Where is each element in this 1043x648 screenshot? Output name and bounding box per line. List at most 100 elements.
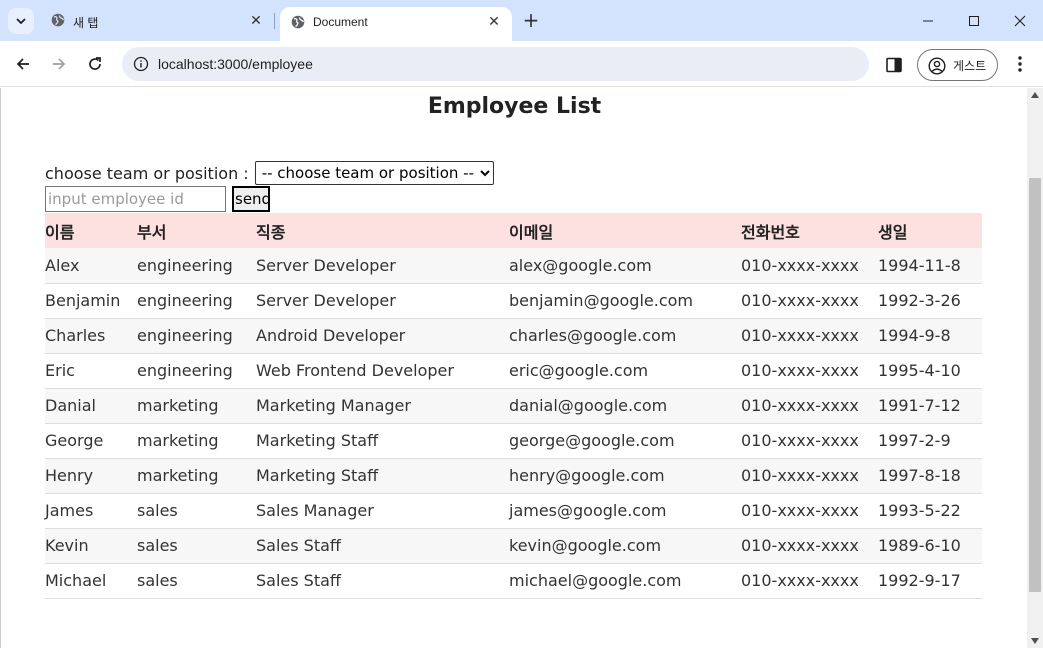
cell-department: sales	[137, 493, 256, 529]
browser-toolbar: localhost:3000/employee 게스트	[0, 41, 1043, 87]
table-body: Alex engineering Server Developer alex@goog…	[45, 248, 982, 599]
tab-document[interactable]: Document ✕	[280, 7, 512, 41]
table-row: Danial marketing Marketing Manager danial@g…	[45, 388, 982, 424]
cell-name: Michael	[45, 563, 137, 599]
close-tab-icon[interactable]: ✕	[248, 12, 264, 28]
table-row: George marketing Marketing Staff george@goo…	[45, 423, 982, 459]
vertical-scrollbar[interactable]	[1027, 88, 1043, 648]
cell-position: Server Developer	[256, 283, 509, 319]
cell-name: Alex	[45, 248, 137, 284]
table-row: Henry marketing Marketing Staff henry@googl…	[45, 458, 982, 494]
cell-birthday: 1989-6-10	[878, 528, 982, 564]
forward-button[interactable]	[46, 51, 72, 77]
send-button[interactable]: send	[232, 186, 271, 212]
cell-name: Kevin	[45, 528, 137, 564]
tab-search-button[interactable]	[8, 8, 34, 34]
column-header-phone: 전화번호	[741, 213, 878, 248]
side-panel-icon[interactable]	[884, 55, 904, 75]
maximize-button[interactable]	[951, 0, 997, 41]
table-row: Kevin sales Sales Staff kevin@google.com 010…	[45, 528, 982, 564]
profile-name: 게스트	[953, 59, 987, 73]
minimize-icon	[923, 20, 933, 21]
cell-birthday: 1997-8-18	[878, 458, 982, 494]
cell-email: henry@google.com	[509, 458, 741, 494]
cell-department: marketing	[137, 458, 256, 494]
cell-email: kevin@google.com	[509, 528, 741, 564]
cell-position: Marketing Manager	[256, 388, 509, 424]
cell-department: engineering	[137, 318, 256, 354]
tab-new-tab[interactable]: 새 탭 ✕	[40, 0, 272, 41]
table-row: Charles engineering Android Developer charl…	[45, 318, 982, 354]
cell-email: michael@google.com	[509, 563, 741, 599]
cell-birthday: 1993-5-22	[878, 493, 982, 529]
column-header-position: 직종	[256, 213, 509, 248]
cell-birthday: 1992-3-26	[878, 283, 982, 319]
table-row: Eric engineering Web Frontend Developer eri…	[45, 353, 982, 389]
cell-birthday: 1994-11-8	[878, 248, 982, 284]
url-text: localhost:3000/employee	[158, 56, 313, 72]
cell-name: George	[45, 423, 137, 459]
arrow-right-icon	[53, 58, 66, 70]
cell-name: Charles	[45, 318, 137, 354]
cell-phone: 010-xxxx-xxxx	[741, 388, 878, 424]
cell-position: Marketing Staff	[256, 423, 509, 459]
globe-icon	[51, 13, 65, 27]
close-icon	[1014, 15, 1026, 26]
tab-separator	[274, 13, 275, 29]
close-tab-icon[interactable]: ✕	[486, 13, 502, 29]
scroll-down-arrow-icon[interactable]	[1031, 638, 1039, 644]
column-header-birthday: 생일	[878, 213, 982, 248]
table-row: James sales Sales Manager james@google.com 0…	[45, 493, 982, 529]
maximize-icon	[969, 15, 979, 26]
new-tab-button[interactable]: +	[520, 10, 542, 32]
search-row: send	[45, 186, 271, 212]
cell-phone: 010-xxxx-xxxx	[741, 458, 878, 494]
cell-department: engineering	[137, 353, 256, 389]
cell-phone: 010-xxxx-xxxx	[741, 318, 878, 354]
page-title: Employee List	[427, 94, 602, 119]
scroll-thumb[interactable]	[1029, 178, 1041, 592]
cell-phone: 010-xxxx-xxxx	[741, 353, 878, 389]
reload-button[interactable]	[82, 51, 108, 77]
scroll-up-arrow-icon[interactable]	[1031, 92, 1039, 98]
page-viewport: Employee List choose team or position : …	[0, 88, 1027, 648]
cell-birthday: 1994-9-8	[878, 318, 982, 354]
column-header-name: 이름	[45, 213, 137, 248]
minimize-button[interactable]	[905, 0, 951, 41]
cell-department: sales	[137, 528, 256, 564]
cell-email: alex@google.com	[509, 248, 741, 284]
info-icon[interactable]	[133, 56, 149, 72]
more-vert-icon[interactable]	[1010, 53, 1030, 75]
cell-name: Eric	[45, 353, 137, 389]
employee-id-input[interactable]	[45, 186, 226, 212]
globe-icon	[291, 15, 305, 29]
table-row: Benjamin engineering Server Developer benja…	[45, 283, 982, 319]
profile-button[interactable]: 게스트	[917, 49, 998, 81]
close-window-button[interactable]	[997, 0, 1043, 41]
cell-name: Danial	[45, 388, 137, 424]
team-position-select[interactable]: -- choose team or position --	[254, 161, 494, 185]
employee-table: 이름 부서 직종 이메일 전화번호 생일 Alex engineering Serv…	[45, 213, 982, 599]
column-header-department: 부서	[137, 213, 256, 248]
cell-name: Benjamin	[45, 283, 137, 319]
column-header-email: 이메일	[509, 213, 741, 248]
address-bar[interactable]: localhost:3000/employee	[122, 47, 869, 81]
cell-department: marketing	[137, 423, 256, 459]
cell-birthday: 1991-7-12	[878, 388, 982, 424]
cell-birthday: 1997-2-9	[878, 423, 982, 459]
cell-phone: 010-xxxx-xxxx	[741, 248, 878, 284]
cell-email: charles@google.com	[509, 318, 741, 354]
filter-row: choose team or position : -- choose team…	[45, 160, 494, 186]
cell-position: Server Developer	[256, 248, 509, 284]
cell-email: eric@google.com	[509, 353, 741, 389]
chevron-down-icon	[16, 18, 26, 25]
table-header-row: 이름 부서 직종 이메일 전화번호 생일	[45, 213, 982, 248]
cell-department: engineering	[137, 248, 256, 284]
cell-position: Sales Staff	[256, 563, 509, 599]
back-button[interactable]	[10, 51, 36, 77]
tab-strip: 새 탭 ✕ Document ✕ +	[0, 0, 1043, 41]
cell-name: James	[45, 493, 137, 529]
tab-title: Document	[313, 15, 368, 29]
cell-phone: 010-xxxx-xxxx	[741, 563, 878, 599]
account-circle-icon	[928, 57, 946, 75]
